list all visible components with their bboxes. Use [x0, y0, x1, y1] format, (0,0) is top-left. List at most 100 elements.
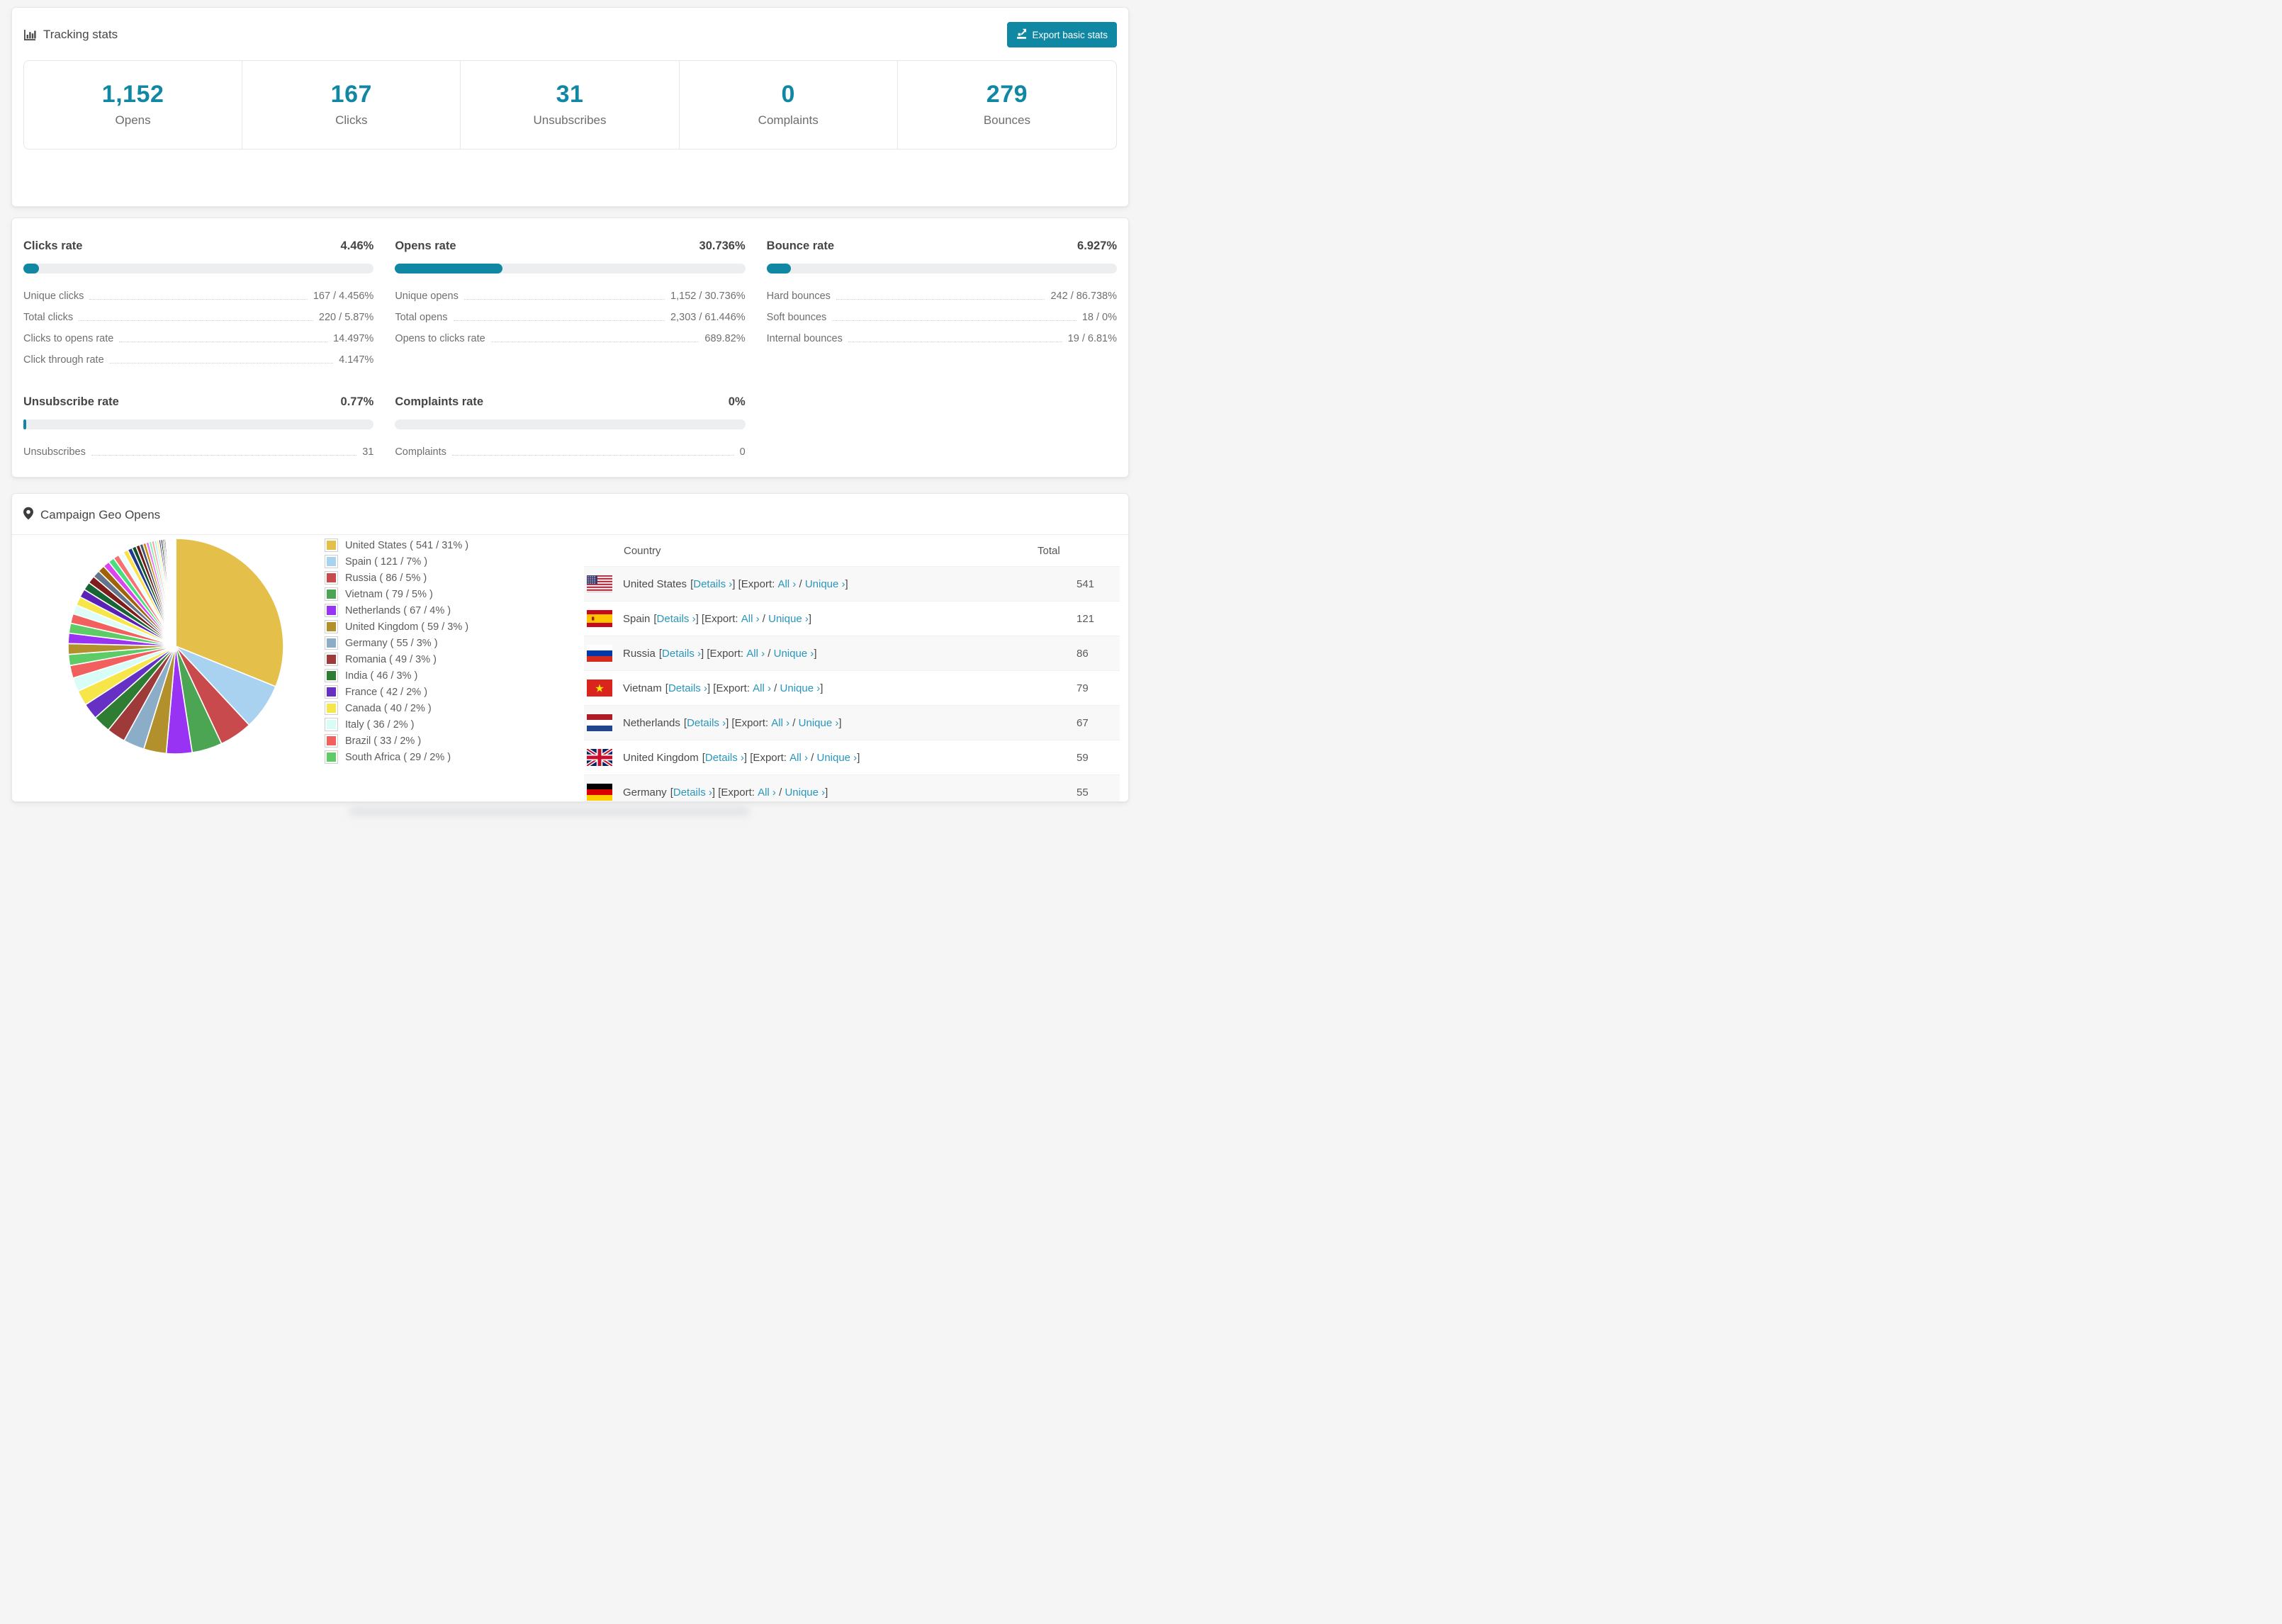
- legend-item: Germany ( 55 / 3% ): [325, 636, 532, 650]
- export-all-link[interactable]: All ›: [758, 786, 776, 799]
- rate-row-value: 1,152 / 30.736%: [670, 291, 746, 302]
- stat-value: 31: [556, 81, 584, 108]
- country-name: Spain: [623, 612, 651, 625]
- stat-label: Clicks: [335, 113, 368, 127]
- legend-label: Canada ( 40 / 2% ): [345, 702, 432, 714]
- export-all-link[interactable]: All ›: [789, 752, 808, 764]
- rate-row-value: 242 / 86.738%: [1050, 291, 1117, 302]
- export-prefix: [Export:: [718, 786, 755, 799]
- legend-label: Vietnam ( 79 / 5% ): [345, 588, 433, 600]
- rate-row-value: 4.147%: [339, 354, 374, 366]
- rate-row-label: Opens to clicks rate: [395, 333, 485, 344]
- dotted-leader: [89, 299, 308, 300]
- legend-label: United Kingdom ( 59 / 3% ): [345, 621, 469, 633]
- rate-value: 30.736%: [699, 239, 746, 252]
- country-total: 55: [1077, 786, 1089, 799]
- legend-label: Germany ( 55 / 3% ): [345, 637, 438, 649]
- geo-title: Campaign Geo Opens: [40, 508, 161, 521]
- details-link[interactable]: Details ›: [673, 786, 712, 799]
- legend-item: Canada ( 40 / 2% ): [325, 701, 532, 715]
- stat-box: 0 Complaints: [680, 61, 898, 149]
- export-all-link[interactable]: All ›: [746, 648, 765, 660]
- flag-ru-icon: [587, 645, 612, 662]
- country-name: Russia: [623, 647, 656, 660]
- stat-value: 167: [330, 81, 372, 108]
- geo-table: Country Total United States [Details ›] …: [584, 535, 1120, 801]
- stat-box: 31 Unsubscribes: [461, 61, 680, 149]
- rate-block: Complaints rate 0% Complaints 0: [395, 395, 746, 458]
- details-link[interactable]: Details ›: [705, 752, 744, 764]
- stat-label: Opens: [115, 113, 151, 127]
- legend-item: United Kingdom ( 59 / 3% ): [325, 620, 532, 633]
- rate-row-label: Unique clicks: [23, 291, 84, 302]
- details-link[interactable]: Details ›: [662, 648, 701, 660]
- details-link[interactable]: Details ›: [693, 578, 732, 590]
- rate-progress-fill: [23, 264, 40, 274]
- geo-legend: United States ( 541 / 31% ) Spain ( 121 …: [325, 538, 532, 767]
- rate-progress-fill: [766, 264, 791, 274]
- rate-progress-bar: [395, 264, 746, 274]
- details-link[interactable]: Details ›: [657, 613, 696, 625]
- rate-block: Unsubscribe rate 0.77% Unsubscribes 31: [23, 395, 374, 458]
- rate-row: Unsubscribes 31: [23, 446, 373, 458]
- export-unique-link[interactable]: Unique ›: [799, 717, 839, 729]
- dotted-leader: [79, 320, 313, 321]
- flag-vn-icon: ★: [587, 680, 612, 697]
- dotted-leader: [836, 299, 1045, 300]
- legend-swatch: [325, 701, 338, 715]
- rate-row-value: 18 / 0%: [1081, 312, 1117, 323]
- legend-swatch: [325, 538, 338, 552]
- legend-label: Italy ( 36 / 2% ): [345, 718, 415, 731]
- legend-item: Italy ( 36 / 2% ): [325, 718, 532, 731]
- legend-swatch: [325, 750, 338, 764]
- export-prefix: [Export:: [738, 577, 775, 590]
- legend-swatch: [325, 718, 338, 731]
- legend-swatch: [325, 685, 338, 699]
- export-basic-stats-button[interactable]: Export basic stats: [1007, 22, 1117, 47]
- rate-row-label: Total clicks: [23, 312, 74, 323]
- legend-swatch: [325, 604, 338, 617]
- export-all-link[interactable]: All ›: [777, 578, 796, 590]
- rate-row-value: 2,303 / 61.446%: [670, 312, 746, 323]
- legend-swatch: [325, 587, 338, 601]
- rate-row-value: 0: [739, 446, 746, 458]
- rate-title: Unsubscribe rate: [23, 395, 119, 408]
- legend-swatch: [325, 653, 338, 666]
- rate-block: Bounce rate 6.927% Hard bounces 242 / 86…: [766, 239, 1117, 366]
- rate-value: 0.77%: [340, 395, 374, 408]
- export-unique-link[interactable]: Unique ›: [816, 752, 857, 764]
- dotted-leader: [463, 299, 665, 300]
- rate-row: Soft bounces 18 / 0%: [767, 312, 1117, 323]
- country-name: Germany: [623, 786, 667, 799]
- country-total: 121: [1077, 612, 1095, 625]
- rate-progress-bar: [23, 419, 374, 429]
- rate-rows: Complaints 0: [395, 446, 745, 458]
- legend-item: Russia ( 86 / 5% ): [325, 571, 532, 585]
- flag-us-icon: [587, 575, 612, 592]
- legend-item: Spain ( 121 / 7% ): [325, 555, 532, 568]
- rate-block: Opens rate 30.736% Unique opens 1,152 / …: [395, 239, 746, 366]
- legend-label: Netherlands ( 67 / 4% ): [345, 604, 451, 616]
- export-all-link[interactable]: All ›: [771, 717, 789, 729]
- export-unique-link[interactable]: Unique ›: [785, 786, 825, 799]
- details-link[interactable]: Details ›: [668, 682, 707, 694]
- export-unique-link[interactable]: Unique ›: [774, 648, 814, 660]
- flag-es-icon: [587, 610, 612, 627]
- export-all-link[interactable]: All ›: [753, 682, 771, 694]
- pie-slice: [174, 538, 176, 647]
- export-all-link[interactable]: All ›: [741, 613, 760, 625]
- flag-de-icon: [587, 784, 612, 801]
- table-row: United States [Details ›] [Export: All ›…: [584, 566, 1120, 601]
- export-unique-link[interactable]: Unique ›: [805, 578, 845, 590]
- geo-pie-chart: [66, 536, 286, 758]
- export-unique-link[interactable]: Unique ›: [780, 682, 821, 694]
- table-row: Netherlands [Details ›] [Export: All › /…: [584, 705, 1120, 740]
- rate-row: Unique opens 1,152 / 30.736%: [395, 291, 745, 302]
- rate-rows: Hard bounces 242 / 86.738% Soft bounces …: [767, 291, 1117, 344]
- flag-gb-icon: [587, 749, 612, 766]
- table-row: Spain [Details ›] [Export: All › / Uniqu…: [584, 601, 1120, 636]
- stat-value: 279: [986, 81, 1028, 108]
- column-total: Total: [1038, 544, 1060, 557]
- details-link[interactable]: Details ›: [687, 717, 726, 729]
- export-unique-link[interactable]: Unique ›: [768, 613, 809, 625]
